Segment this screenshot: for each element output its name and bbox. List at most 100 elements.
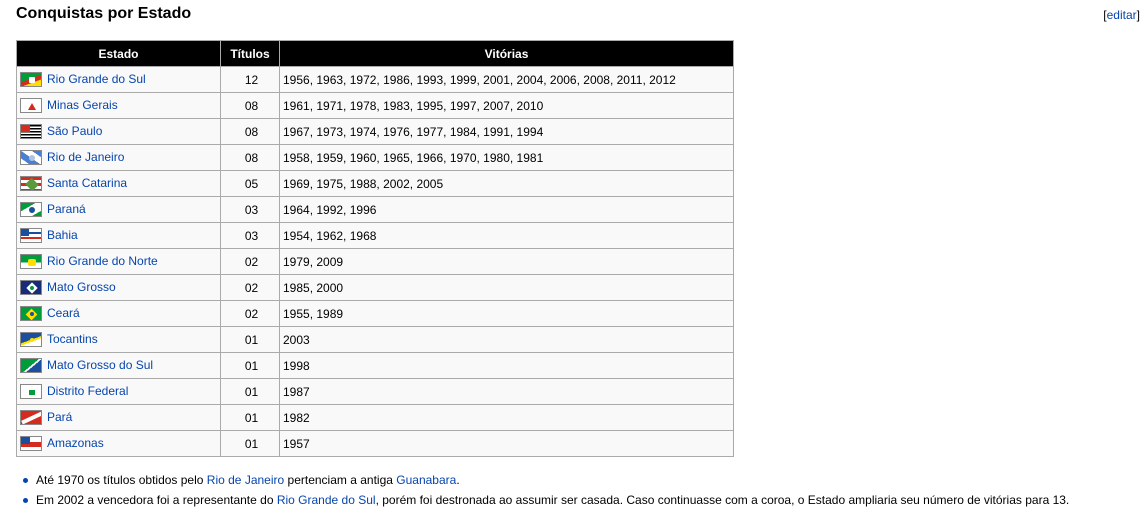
state-link[interactable]: Mato Grosso do Sul	[47, 358, 153, 372]
page: Conquistas por Estado [editar] Estado Tí…	[0, 0, 1146, 513]
distrito-federal-flag-icon[interactable]	[20, 384, 42, 400]
titles-cell: 08	[220, 144, 280, 171]
rio-grande-do-sul-flag-icon[interactable]	[20, 72, 42, 88]
rio-grande-do-norte-flag-icon[interactable]	[20, 254, 42, 270]
state-cell: São Paulo	[16, 118, 221, 145]
bahia-flag-icon[interactable]	[20, 228, 42, 244]
state-cell: Rio Grande do Sul	[16, 66, 221, 93]
titles-cell: 05	[220, 170, 280, 197]
guanabara-link[interactable]: Guanabara	[396, 473, 456, 487]
wins-cell: 1956, 1963, 1972, 1986, 1993, 1999, 2001…	[279, 66, 734, 93]
table-row: Pará 01 1982	[16, 404, 734, 431]
state-link[interactable]: Minas Gerais	[47, 98, 118, 112]
table-row: Santa Catarina 05 1969, 1975, 1988, 2002, …	[16, 170, 734, 197]
edit-link[interactable]: editar	[1107, 8, 1137, 22]
state-cell: Bahia	[16, 222, 221, 249]
minas-gerais-flag-icon[interactable]	[20, 98, 42, 114]
note-item: Até 1970 os títulos obtidos pelo Rio de …	[22, 470, 1069, 490]
state-cell: Rio de Janeiro	[16, 144, 221, 171]
table-row: Ceará 02 1955, 1989	[16, 300, 734, 327]
state-link[interactable]: Mato Grosso	[47, 280, 116, 294]
wins-cell: 1964, 1992, 1996	[279, 196, 734, 223]
note-item: Em 2002 a vencedora foi a representante …	[22, 490, 1069, 510]
table-row: Minas Gerais 08 1961, 1971, 1978, 1983, 19…	[16, 92, 734, 119]
table-row: Rio de Janeiro 08 1958, 1959, 1960, 1965, …	[16, 144, 734, 171]
titles-cell: 02	[220, 274, 280, 301]
table-row: São Paulo 08 1967, 1973, 1974, 1976, 1977,…	[16, 118, 734, 145]
ceara-flag-icon[interactable]	[20, 306, 42, 322]
states-table: Estado Títulos Vitórias Rio Grande do Su…	[16, 40, 734, 457]
state-link[interactable]: Rio Grande do Sul	[47, 72, 146, 86]
wins-cell: 1987	[279, 378, 734, 405]
wins-cell: 1979, 2009	[279, 248, 734, 275]
titles-cell: 01	[220, 326, 280, 353]
titles-cell: 12	[220, 66, 280, 93]
state-cell: Mato Grosso	[16, 274, 221, 301]
titles-cell: 03	[220, 222, 280, 249]
table-row: Rio Grande do Sul 12 1956, 1963, 1972, 198…	[16, 66, 734, 93]
state-cell: Amazonas	[16, 430, 221, 457]
state-link[interactable]: Tocantins	[47, 332, 98, 346]
state-link[interactable]: Paraná	[47, 202, 86, 216]
mato-grosso-flag-icon[interactable]	[20, 280, 42, 296]
state-link[interactable]: São Paulo	[47, 124, 102, 138]
state-link[interactable]: Ceará	[47, 306, 80, 320]
table-row: Mato Grosso 02 1985, 2000	[16, 274, 734, 301]
wins-cell: 1967, 1973, 1974, 1976, 1977, 1984, 1991…	[279, 118, 734, 145]
titles-cell: 01	[220, 430, 280, 457]
table-row: Tocantins 01 2003	[16, 326, 734, 353]
tocantins-flag-icon[interactable]	[20, 332, 42, 348]
state-cell: Santa Catarina	[16, 170, 221, 197]
wins-cell: 1961, 1971, 1978, 1983, 1995, 1997, 2007…	[279, 92, 734, 119]
header-titles: Títulos	[220, 40, 280, 67]
para-flag-icon[interactable]	[20, 410, 42, 426]
header-wins: Vitórias	[279, 40, 734, 67]
state-cell: Rio Grande do Norte	[16, 248, 221, 275]
wins-cell: 1955, 1989	[279, 300, 734, 327]
wins-cell: 1969, 1975, 1988, 2002, 2005	[279, 170, 734, 197]
table-row: Amazonas 01 1957	[16, 430, 734, 457]
state-cell: Minas Gerais	[16, 92, 221, 119]
titles-cell: 08	[220, 118, 280, 145]
state-cell: Distrito Federal	[16, 378, 221, 405]
state-link[interactable]: Pará	[47, 410, 72, 424]
santa-catarina-flag-icon[interactable]	[20, 176, 42, 192]
state-link[interactable]: Rio Grande do Norte	[47, 254, 158, 268]
titles-cell: 02	[220, 300, 280, 327]
wins-cell: 1954, 1962, 1968	[279, 222, 734, 249]
titles-cell: 01	[220, 378, 280, 405]
rio-de-janeiro-link[interactable]: Rio de Janeiro	[207, 473, 284, 487]
titles-cell: 01	[220, 352, 280, 379]
rio-grande-do-sul-link[interactable]: Rio Grande do Sul	[277, 493, 376, 507]
table-row: Paraná 03 1964, 1992, 1996	[16, 196, 734, 223]
wins-cell: 2003	[279, 326, 734, 353]
titles-cell: 01	[220, 404, 280, 431]
notes-list: Até 1970 os títulos obtidos pelo Rio de …	[18, 470, 1069, 510]
state-link[interactable]: Distrito Federal	[47, 384, 128, 398]
sao-paulo-flag-icon[interactable]	[20, 124, 42, 140]
state-link[interactable]: Rio de Janeiro	[47, 150, 124, 164]
wins-cell: 1998	[279, 352, 734, 379]
state-cell: Mato Grosso do Sul	[16, 352, 221, 379]
wins-cell: 1982	[279, 404, 734, 431]
wins-cell: 1958, 1959, 1960, 1965, 1966, 1970, 1980…	[279, 144, 734, 171]
state-link[interactable]: Bahia	[47, 228, 78, 242]
titles-cell: 03	[220, 196, 280, 223]
state-link[interactable]: Santa Catarina	[47, 176, 127, 190]
titles-cell: 08	[220, 92, 280, 119]
wins-cell: 1985, 2000	[279, 274, 734, 301]
state-link[interactable]: Amazonas	[47, 436, 104, 450]
table-row: Distrito Federal 01 1987	[16, 378, 734, 405]
section-title: Conquistas por Estado	[16, 5, 192, 22]
state-cell: Paraná	[16, 196, 221, 223]
amazonas-flag-icon[interactable]	[20, 436, 42, 452]
table-row: Rio Grande do Norte 02 1979, 2009	[16, 248, 734, 275]
state-cell: Ceará	[16, 300, 221, 327]
titles-cell: 02	[220, 248, 280, 275]
mato-grosso-do-sul-flag-icon[interactable]	[20, 358, 42, 374]
rio-de-janeiro-flag-icon[interactable]	[20, 150, 42, 166]
state-cell: Tocantins	[16, 326, 221, 353]
table-header-row: Estado Títulos Vitórias	[16, 40, 734, 67]
wins-cell: 1957	[279, 430, 734, 457]
parana-flag-icon[interactable]	[20, 202, 42, 218]
